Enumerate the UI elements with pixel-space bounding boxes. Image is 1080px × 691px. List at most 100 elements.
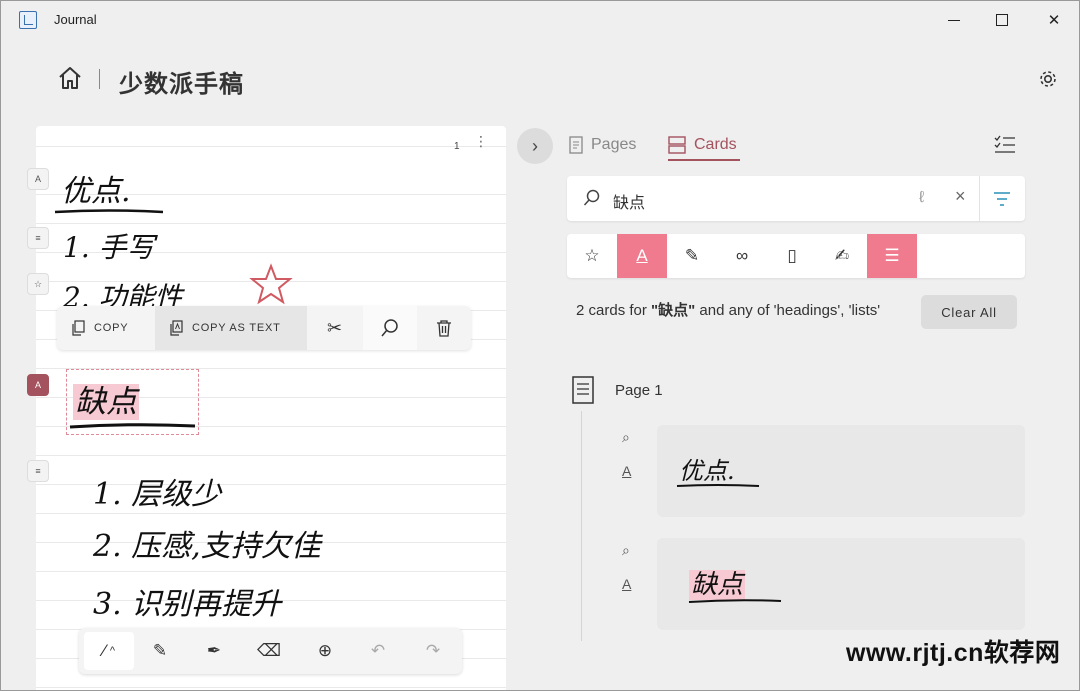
undo-button[interactable]: ↶ [363, 636, 393, 666]
clear-search-icon[interactable]: × [955, 186, 966, 207]
journal-window: Journal ✕ 少数派手稿 1 ⋮ A ≡ ☆ A ≡ 优点. 1. 手写 … [0, 0, 1080, 691]
card-underline [688, 599, 782, 603]
redo-button[interactable]: ↷ [418, 636, 448, 666]
ink-search-icon[interactable]: ℓ [919, 189, 924, 207]
undo-icon: ↶ [370, 641, 386, 660]
handwriting-list-item[interactable]: 2. 压感,支持欠佳 [93, 521, 321, 565]
expand-panel-button[interactable]: › [517, 128, 553, 164]
cards-icon [668, 136, 686, 154]
chevron-up-icon: ^ [109, 645, 115, 657]
pen-icon: ⁄ [102, 641, 106, 660]
filter-note-button[interactable]: ✍ [817, 234, 867, 278]
list-tag-icon[interactable]: ≡ [27, 227, 49, 249]
close-button[interactable]: ✕ [1039, 7, 1069, 33]
highlighted-text: 缺点 [73, 384, 139, 420]
copy-icon [72, 320, 85, 336]
tab-pages-label: Pages [591, 136, 637, 153]
filter-headings-button[interactable]: A [617, 234, 667, 278]
copy-as-text-button[interactable]: COPY AS TEXT [155, 306, 307, 350]
page-number: 1 [454, 141, 460, 152]
filter-icon[interactable] [992, 190, 1012, 208]
handwriting-list-item[interactable]: 3. 识别再提升 [93, 579, 281, 623]
filter-ink-button[interactable]: ∞ [717, 234, 767, 278]
search-match-icon: ⌕ [622, 542, 630, 558]
search-match-icon: ⌕ [622, 429, 630, 445]
ink-shape-icon: ∞ [735, 246, 749, 265]
page-group-label[interactable]: Page 1 [615, 382, 663, 399]
trash-icon [437, 320, 451, 337]
handwriting-heading[interactable]: 优点. [61, 166, 131, 210]
card-handwriting: 缺点 [689, 564, 746, 601]
hand-drawn-star-icon[interactable] [249, 263, 293, 305]
note-edit-icon: ✍ [834, 246, 850, 265]
more-options-icon[interactable]: ⋮ [474, 134, 488, 148]
title-bar: Journal ✕ [1, 1, 1079, 39]
add-button[interactable]: ⊕ [310, 636, 340, 666]
heading-icon: A [622, 463, 632, 479]
copy-label: COPY [94, 322, 129, 334]
filter-highlighter-button[interactable]: ✎ [667, 234, 717, 278]
plus-circle-icon: ⊕ [317, 641, 333, 660]
handwriting-selected-heading[interactable]: 缺点 [73, 376, 139, 421]
result-suffix: and any of 'headings', 'lists' [695, 302, 881, 319]
minimize-button[interactable] [939, 7, 969, 33]
filter-star-button[interactable]: ☆ [567, 234, 617, 278]
search-icon [381, 319, 398, 337]
copy-as-text-label: COPY AS TEXT [192, 322, 281, 334]
pen-tool-button[interactable]: ⁄ ^ [84, 632, 134, 670]
search-box[interactable]: 缺点 ℓ × [567, 176, 1025, 221]
selection-context-toolbar: COPY COPY AS TEXT ✂ [57, 306, 471, 350]
search-divider [979, 176, 980, 221]
chevron-right-icon: › [532, 135, 538, 156]
list-tag-icon[interactable]: ≡ [27, 460, 49, 482]
handwriting-list-item[interactable]: 1. 手写 [63, 226, 155, 266]
tree-line [581, 411, 582, 641]
maximize-button[interactable] [987, 7, 1017, 33]
pdf-icon: ▯ [787, 246, 797, 265]
result-prefix: 2 cards for [576, 302, 652, 319]
filter-pdf-button[interactable]: ▯ [767, 234, 817, 278]
heading-tag-active-icon[interactable]: A [27, 374, 49, 396]
handwriting-heading-text: 优点. [61, 174, 131, 209]
gear-icon[interactable] [1037, 68, 1059, 90]
heading-tag-icon[interactable]: A [27, 168, 49, 190]
heading-icon: A [636, 246, 648, 265]
checklist-icon[interactable] [994, 134, 1016, 154]
filter-lists-button[interactable]: ☰ [867, 234, 917, 278]
tab-pages[interactable]: Pages [569, 133, 636, 157]
result-summary: 2 cards for "缺点" and any of 'headings', … [576, 300, 906, 322]
highlighter-icon: ✎ [684, 246, 700, 265]
heading-underline [54, 209, 164, 214]
star-tag-icon[interactable]: ☆ [27, 273, 49, 295]
search-selection-button[interactable] [363, 306, 417, 350]
filter-bar: ☆ A ✎ ∞ ▯ ✍ ☰ [567, 234, 1025, 278]
journal-app-icon [19, 11, 37, 29]
app-title: Journal [54, 12, 97, 27]
copy-as-text-icon [170, 320, 183, 336]
tab-cards[interactable]: Cards [668, 133, 737, 157]
search-icon [583, 189, 600, 206]
home-icon[interactable] [56, 64, 84, 92]
ink-pen-icon: ✒ [206, 641, 222, 660]
cut-button[interactable]: ✂ [307, 306, 363, 350]
active-tab-indicator [668, 159, 740, 161]
handwriting-list-item[interactable]: 1. 层级少 [93, 469, 221, 513]
page-title: 少数派手稿 [119, 71, 244, 98]
ink-pen-button[interactable]: ✒ [199, 636, 229, 666]
search-input[interactable]: 缺点 [613, 189, 645, 213]
copy-button[interactable]: COPY [57, 306, 155, 350]
page-icon [572, 376, 594, 404]
list-icon: ☰ [884, 246, 900, 265]
scissors-icon: ✂ [327, 317, 343, 338]
selected-heading-underline [69, 423, 196, 429]
eraser-button[interactable]: ⌫ [254, 636, 284, 666]
star-icon: ☆ [584, 246, 600, 265]
highlighted-text: 缺点 [689, 570, 746, 600]
result-card[interactable]: 优点. [657, 425, 1025, 517]
highlighter-button[interactable]: ✎ [145, 636, 175, 666]
clear-all-button[interactable]: Clear All [921, 295, 1017, 329]
card-handwriting: 优点. [679, 457, 735, 485]
result-card[interactable]: 缺点 [657, 538, 1025, 630]
pen-toolbar: ⁄ ^ ✎ ✒ ⌫ ⊕ ↶ ↷ [79, 628, 462, 674]
delete-button[interactable] [417, 306, 471, 350]
